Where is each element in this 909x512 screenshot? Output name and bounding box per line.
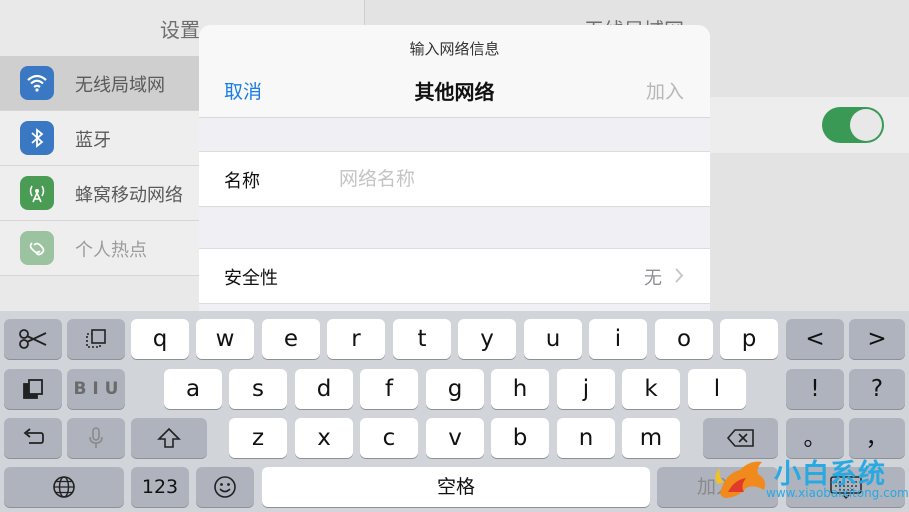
cellular-icon [20, 176, 54, 210]
key-f[interactable]: f [360, 369, 418, 409]
shift-key[interactable] [131, 418, 207, 458]
microphone-icon [67, 427, 125, 449]
key-exclamation[interactable]: ! [786, 369, 844, 409]
settings-item-label: 蓝牙 [75, 130, 111, 151]
key-g[interactable]: g [426, 369, 484, 409]
paste-icon [4, 378, 62, 400]
undo-icon [4, 427, 62, 449]
backspace-icon [703, 427, 778, 449]
key-question[interactable]: ? [849, 369, 905, 409]
key-m[interactable]: m [622, 418, 680, 458]
key-y[interactable]: y [458, 319, 516, 359]
bluetooth-icon [20, 121, 54, 155]
copy-key[interactable] [67, 319, 125, 359]
key-s[interactable]: s [229, 369, 287, 409]
join-button[interactable]: 加入 [646, 77, 684, 104]
copy-icon [67, 328, 125, 350]
security-label: 安全性 [224, 268, 278, 289]
key-d[interactable]: d [295, 369, 353, 409]
key-w[interactable]: w [196, 319, 254, 359]
cut-key[interactable] [4, 319, 62, 359]
space-key[interactable]: 空格 [262, 467, 650, 507]
key-r[interactable]: r [327, 319, 385, 359]
toggle-knob [850, 109, 882, 141]
watermark-url: www.xiaobaixitong.com [766, 486, 909, 500]
key-p[interactable]: p [720, 319, 778, 359]
sheet-header: 输入网络信息 其他网络 取消 加入 [199, 25, 710, 118]
key-x[interactable]: x [295, 418, 353, 458]
wifi-icon [20, 66, 54, 100]
dictation-key[interactable] [67, 418, 125, 458]
network-name-row[interactable]: 名称 [199, 151, 710, 207]
wifi-toggle [822, 107, 884, 143]
globe-key[interactable] [4, 467, 124, 507]
cancel-button[interactable]: 取消 [224, 77, 262, 104]
key-h[interactable]: h [491, 369, 549, 409]
key-v[interactable]: v [426, 418, 484, 458]
paste-key[interactable] [4, 369, 62, 409]
numbers-key[interactable]: 123 [131, 467, 189, 507]
key-z[interactable]: z [229, 418, 287, 458]
key-k[interactable]: k [622, 369, 680, 409]
key-c[interactable]: c [360, 418, 418, 458]
scissors-icon [4, 328, 62, 350]
security-value: 无 [644, 268, 662, 289]
emoji-key[interactable] [196, 467, 254, 507]
format-biu-key[interactable]: B I U [67, 369, 125, 409]
key-l[interactable]: l [688, 369, 746, 409]
emoji-icon [196, 475, 254, 499]
key-i[interactable]: i [589, 319, 647, 359]
settings-item-label: 无线局域网 [75, 75, 165, 96]
sheet-prompt: 输入网络信息 [409, 40, 500, 58]
hotspot-icon [20, 231, 54, 265]
chevron-right-icon [674, 267, 684, 288]
security-row[interactable]: 安全性 无 [199, 248, 710, 304]
key-j[interactable]: j [557, 369, 615, 409]
settings-title: 设置 [160, 18, 200, 42]
settings-item-label: 个人热点 [75, 240, 147, 261]
key-t[interactable]: t [393, 319, 451, 359]
network-name-label: 名称 [224, 171, 260, 192]
key-greater-than[interactable]: > [849, 319, 905, 359]
key-u[interactable]: u [524, 319, 582, 359]
sheet-title: 其他网络 [414, 80, 495, 104]
key-o[interactable]: o [655, 319, 713, 359]
key-b[interactable]: b [491, 418, 549, 458]
watermark: 小白系统 www.xiaobaixitong.com [708, 450, 909, 508]
shift-icon [131, 427, 207, 449]
key-n[interactable]: n [557, 418, 615, 458]
network-name-input[interactable] [339, 162, 679, 196]
globe-icon [4, 475, 124, 499]
key-less-than[interactable]: < [786, 319, 844, 359]
other-network-sheet: 输入网络信息 其他网络 取消 加入 名称 安全性 无 [199, 25, 710, 315]
settings-item-label: 蜂窝移动网络 [75, 185, 183, 206]
key-q[interactable]: q [131, 319, 189, 359]
undo-key[interactable] [4, 418, 62, 458]
key-e[interactable]: e [262, 319, 320, 359]
key-a[interactable]: a [164, 369, 222, 409]
